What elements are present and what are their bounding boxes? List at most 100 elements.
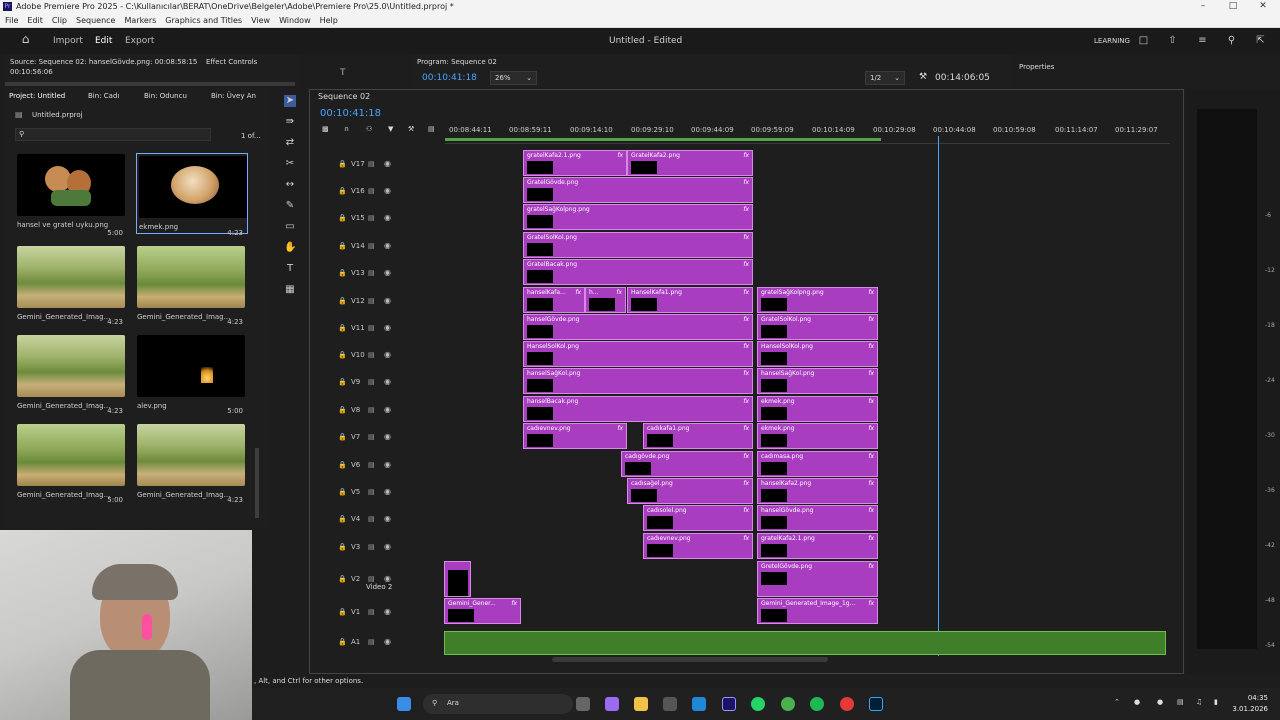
learning-label[interactable]: LEARNING	[1094, 37, 1130, 45]
project-item[interactable]: Gemini_Generated_Imag... 4:23	[137, 246, 247, 326]
maximize-icon[interactable]: □	[1218, 1, 1248, 13]
microphone-icon[interactable]: ●	[1157, 698, 1163, 706]
clip-v7b[interactable]: cadıkafa1.png fx	[643, 423, 753, 449]
lock-icon[interactable]: 🔒	[338, 608, 347, 616]
clip-v4b[interactable]: hanselGövde.png fx	[757, 505, 878, 531]
sync-icon[interactable]: ▤	[368, 406, 375, 414]
type-tool-icon[interactable]: T	[284, 263, 296, 275]
fx-badge[interactable]: fx	[743, 152, 749, 159]
clip-v12c[interactable]: HanselKafa1.png fx	[627, 287, 753, 313]
lock-icon[interactable]: 🔒	[338, 638, 347, 646]
clip-v6a[interactable]: cadıgövde.png fx	[621, 451, 753, 477]
clip-v1b[interactable]: Gemini_Generated_Image_1g... fx	[757, 598, 878, 624]
fx-badge[interactable]: fx	[743, 179, 749, 186]
fx-badge[interactable]: fx	[868, 425, 874, 432]
menu-help[interactable]: Help	[320, 14, 338, 28]
rectangle-tool-icon[interactable]: ▭	[284, 221, 296, 233]
clip-v1a[interactable]: Gemini_Gener... fx	[444, 598, 521, 624]
fx-badge[interactable]: fx	[868, 563, 874, 570]
sync-icon[interactable]: ▤	[368, 269, 375, 277]
tray-app-icon[interactable]: ●	[1134, 698, 1140, 706]
lock-icon[interactable]: 🔒	[338, 324, 347, 332]
sync-icon[interactable]: ▤	[368, 324, 375, 332]
fx-badge[interactable]: fx	[617, 425, 623, 432]
tab-bin-cadi[interactable]: Bin: Cadı	[88, 92, 119, 100]
minimize-icon[interactable]: –	[1188, 1, 1218, 13]
menu-sequence[interactable]: Sequence	[76, 14, 115, 28]
lock-icon[interactable]: 🔒	[338, 160, 347, 168]
menu-lines-icon[interactable]: ≡	[1197, 35, 1208, 46]
sync-icon[interactable]: ▤	[368, 187, 375, 195]
fullscreen-icon[interactable]: ⇱	[1255, 35, 1266, 46]
snap-icon[interactable]: ∩	[344, 125, 349, 133]
spotify-icon[interactable]	[810, 697, 824, 711]
network-icon[interactable]: ▤	[1177, 698, 1184, 706]
clip-v3b[interactable]: gratelKafa2.1.png fx	[757, 533, 878, 559]
file-explorer-icon[interactable]	[634, 697, 648, 711]
clip-v13[interactable]: GratelBacak.png fx	[523, 259, 753, 285]
fx-badge[interactable]: fx	[743, 535, 749, 542]
resolution-dropdown[interactable]: 1/2 ⌄	[865, 71, 905, 85]
lock-icon[interactable]: 🔒	[338, 242, 347, 250]
fx-badge[interactable]: fx	[743, 206, 749, 213]
sync-icon[interactable]: ▤	[368, 351, 375, 359]
eye-icon[interactable]: ◉	[384, 377, 391, 386]
settings-icon[interactable]: ⚒	[408, 125, 414, 133]
sync-icon[interactable]: ▤	[368, 433, 375, 441]
eye-icon[interactable]: ◉	[384, 186, 391, 195]
fx-badge[interactable]: fx	[743, 316, 749, 323]
sync-icon[interactable]: ▤	[368, 608, 375, 616]
fx-badge[interactable]: fx	[868, 398, 874, 405]
store-icon[interactable]	[663, 697, 677, 711]
sync-icon[interactable]: ▤	[368, 378, 375, 386]
sequence-tab[interactable]: Sequence 02	[318, 92, 370, 101]
clip-v15[interactable]: gratelSağKolpng.png fx	[523, 204, 753, 230]
fx-badge[interactable]: fx	[868, 453, 874, 460]
clip-v5a[interactable]: cadısağel.png fx	[627, 478, 753, 504]
fx-badge[interactable]: fx	[868, 316, 874, 323]
chrome-icon[interactable]	[781, 697, 795, 711]
menu-edit[interactable]: Edit	[27, 14, 43, 28]
project-search-input[interactable]: ⚲	[15, 128, 211, 141]
nest-icon[interactable]: ▩	[322, 125, 329, 133]
slip-tool-icon[interactable]: ↔	[284, 179, 296, 191]
fx-badge[interactable]: fx	[616, 289, 622, 296]
photoshop-icon[interactable]	[869, 697, 883, 711]
audio-clip[interactable]	[444, 631, 1166, 655]
lock-icon[interactable]: 🔒	[338, 269, 347, 277]
fx-badge[interactable]: fx	[575, 289, 581, 296]
menu-markers[interactable]: Markers	[124, 14, 156, 28]
sync-icon[interactable]: ▤	[368, 214, 375, 222]
search-icon[interactable]: ⚲	[1226, 35, 1237, 46]
eye-icon[interactable]: ◉	[384, 323, 391, 332]
sync-icon[interactable]: ▤	[368, 543, 375, 551]
eye-icon[interactable]: ◉	[384, 241, 391, 250]
clip-v7c[interactable]: ekmek.png fx	[757, 423, 878, 449]
linked-icon[interactable]: ⚇	[366, 125, 372, 133]
fx-badge[interactable]: fx	[868, 600, 874, 607]
fx-badge[interactable]: fx	[868, 480, 874, 487]
eye-icon[interactable]: ◉	[384, 514, 391, 523]
clip-v14[interactable]: GratelSolKol.png fx	[523, 232, 753, 258]
clip-v16[interactable]: GratelGövde.png fx	[523, 177, 753, 203]
project-item[interactable]: hansel ve gratel uyku.png 5:00	[17, 154, 127, 237]
lock-icon[interactable]: 🔒	[338, 461, 347, 469]
eye-icon[interactable]: ◉	[384, 574, 391, 583]
clip-v10a[interactable]: HanselSolKol.png fx	[523, 341, 753, 367]
eye-icon[interactable]: ◉	[384, 460, 391, 469]
clip-v11a[interactable]: hanselGövde.png fx	[523, 314, 753, 340]
fx-badge[interactable]: fx	[743, 289, 749, 296]
task-view-icon[interactable]	[576, 697, 590, 711]
eye-icon[interactable]: ◉	[384, 350, 391, 359]
clock[interactable]: 04:35 3.01.2026	[1232, 693, 1268, 715]
eye-icon[interactable]: ◉	[384, 268, 391, 277]
eye-icon[interactable]: ◉	[384, 542, 391, 551]
project-item[interactable]: Gemini_Generated_Imag... 5:00	[17, 424, 127, 504]
fx-badge[interactable]: fx	[868, 289, 874, 296]
clip-v10b[interactable]: HanselSolKol.png fx	[757, 341, 878, 367]
lock-icon[interactable]: 🔒	[338, 406, 347, 414]
fx-badge[interactable]: fx	[743, 425, 749, 432]
fx-badge[interactable]: fx	[868, 535, 874, 542]
timeline-timecode[interactable]: 00:10:41:18	[320, 108, 381, 119]
clip-v3a[interactable]: cadıevnev.png fx	[643, 533, 753, 559]
